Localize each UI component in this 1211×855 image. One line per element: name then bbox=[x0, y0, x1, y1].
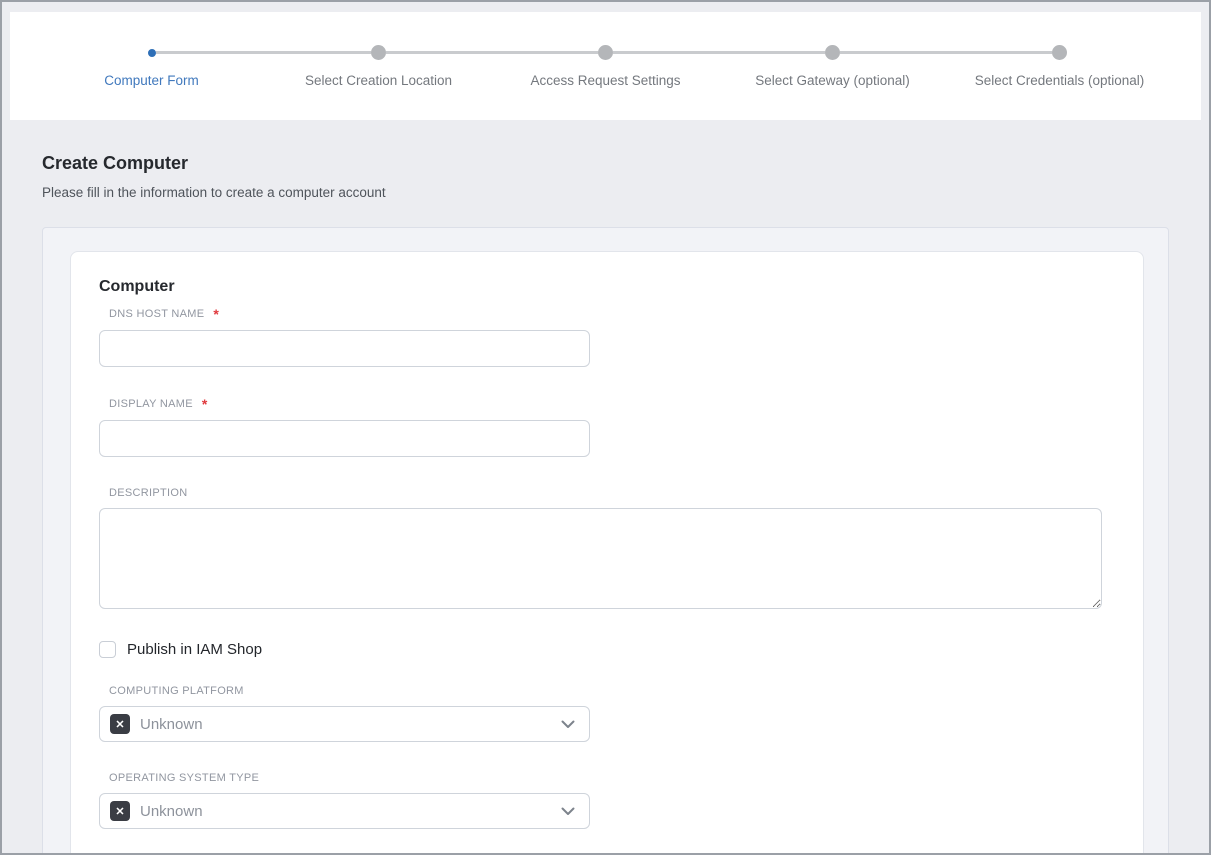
page-content: Create Computer Please fill in the infor… bbox=[2, 120, 1209, 855]
step-dot bbox=[1052, 45, 1067, 60]
step-track bbox=[946, 44, 1173, 61]
step-track bbox=[265, 44, 492, 61]
field-label-row: COMPUTING PLATFORM bbox=[109, 685, 1115, 697]
operating-system-type-label: OPERATING SYSTEM TYPE bbox=[109, 772, 259, 784]
required-asterisk: * bbox=[202, 397, 207, 411]
computing-platform-label: COMPUTING PLATFORM bbox=[109, 685, 244, 697]
step-connector bbox=[613, 51, 719, 54]
required-asterisk: * bbox=[213, 307, 218, 321]
section-title: Computer bbox=[99, 278, 1115, 296]
computing-platform-value: Unknown bbox=[140, 716, 561, 733]
clear-selection-icon[interactable]: ✕ bbox=[110, 801, 130, 821]
chevron-down-icon[interactable] bbox=[561, 720, 575, 729]
field-label-row: DISPLAY NAME * bbox=[109, 397, 1115, 411]
step-label: Select Gateway (optional) bbox=[719, 73, 946, 88]
field-label-row: DNS HOST NAME * bbox=[109, 307, 1115, 321]
step-connector bbox=[492, 51, 598, 54]
form-panel: Computer DNS HOST NAME * DISPLAY NAME * bbox=[42, 227, 1169, 855]
step-connector bbox=[386, 51, 492, 54]
step-connector bbox=[265, 51, 371, 54]
operating-system-type-field: OPERATING SYSTEM TYPE ✕ Unknown bbox=[99, 772, 1115, 829]
display-name-input[interactable] bbox=[99, 420, 590, 457]
description-field: DESCRIPTION bbox=[99, 487, 1115, 614]
step-track bbox=[38, 44, 265, 61]
step-label: Select Credentials (optional) bbox=[946, 73, 1173, 88]
description-label: DESCRIPTION bbox=[109, 487, 187, 499]
dns-host-name-field: DNS HOST NAME * bbox=[99, 307, 1115, 367]
description-input[interactable] bbox=[99, 508, 1102, 609]
display-name-label: DISPLAY NAME bbox=[109, 398, 193, 410]
step-computer-form[interactable]: Computer Form bbox=[38, 44, 265, 88]
step-connector bbox=[840, 51, 946, 54]
step-track bbox=[492, 44, 719, 61]
display-name-field: DISPLAY NAME * bbox=[99, 397, 1115, 457]
field-label-row: DESCRIPTION bbox=[109, 487, 1115, 499]
step-select-credentials[interactable]: Select Credentials (optional) bbox=[946, 44, 1173, 88]
publish-iam-shop-row: Publish in IAM Shop bbox=[99, 641, 1115, 658]
step-label: Access Request Settings bbox=[492, 73, 719, 88]
publish-iam-shop-checkbox[interactable] bbox=[99, 641, 116, 658]
step-label: Select Creation Location bbox=[265, 73, 492, 88]
wizard-stepper: Computer Form Select Creation Location A… bbox=[10, 12, 1201, 88]
app-window: Computer Form Select Creation Location A… bbox=[0, 0, 1211, 855]
operating-system-type-select[interactable]: ✕ Unknown bbox=[99, 793, 590, 829]
page-subtitle: Please fill in the information to create… bbox=[42, 185, 1169, 200]
step-connector bbox=[156, 51, 266, 54]
step-connector bbox=[719, 51, 825, 54]
chevron-down-icon[interactable] bbox=[561, 807, 575, 816]
step-track bbox=[719, 44, 946, 61]
dns-host-name-label: DNS HOST NAME bbox=[109, 308, 204, 320]
step-select-creation-location[interactable]: Select Creation Location bbox=[265, 44, 492, 88]
step-label: Computer Form bbox=[38, 73, 265, 88]
step-dot bbox=[598, 45, 613, 60]
step-dot-active bbox=[148, 49, 156, 57]
computing-platform-select[interactable]: ✕ Unknown bbox=[99, 706, 590, 742]
publish-iam-shop-label: Publish in IAM Shop bbox=[127, 641, 262, 658]
page-title: Create Computer bbox=[42, 153, 1169, 174]
step-connector bbox=[946, 51, 1052, 54]
step-dot bbox=[825, 45, 840, 60]
step-dot bbox=[371, 45, 386, 60]
field-label-row: OPERATING SYSTEM TYPE bbox=[109, 772, 1115, 784]
computer-form-card: Computer DNS HOST NAME * DISPLAY NAME * bbox=[70, 251, 1144, 855]
clear-selection-icon[interactable]: ✕ bbox=[110, 714, 130, 734]
computing-platform-field: COMPUTING PLATFORM ✕ Unknown bbox=[99, 685, 1115, 742]
step-access-request-settings[interactable]: Access Request Settings bbox=[492, 44, 719, 88]
wizard-header: Computer Form Select Creation Location A… bbox=[10, 12, 1201, 120]
dns-host-name-input[interactable] bbox=[99, 330, 590, 367]
step-select-gateway[interactable]: Select Gateway (optional) bbox=[719, 44, 946, 88]
operating-system-type-value: Unknown bbox=[140, 803, 561, 820]
